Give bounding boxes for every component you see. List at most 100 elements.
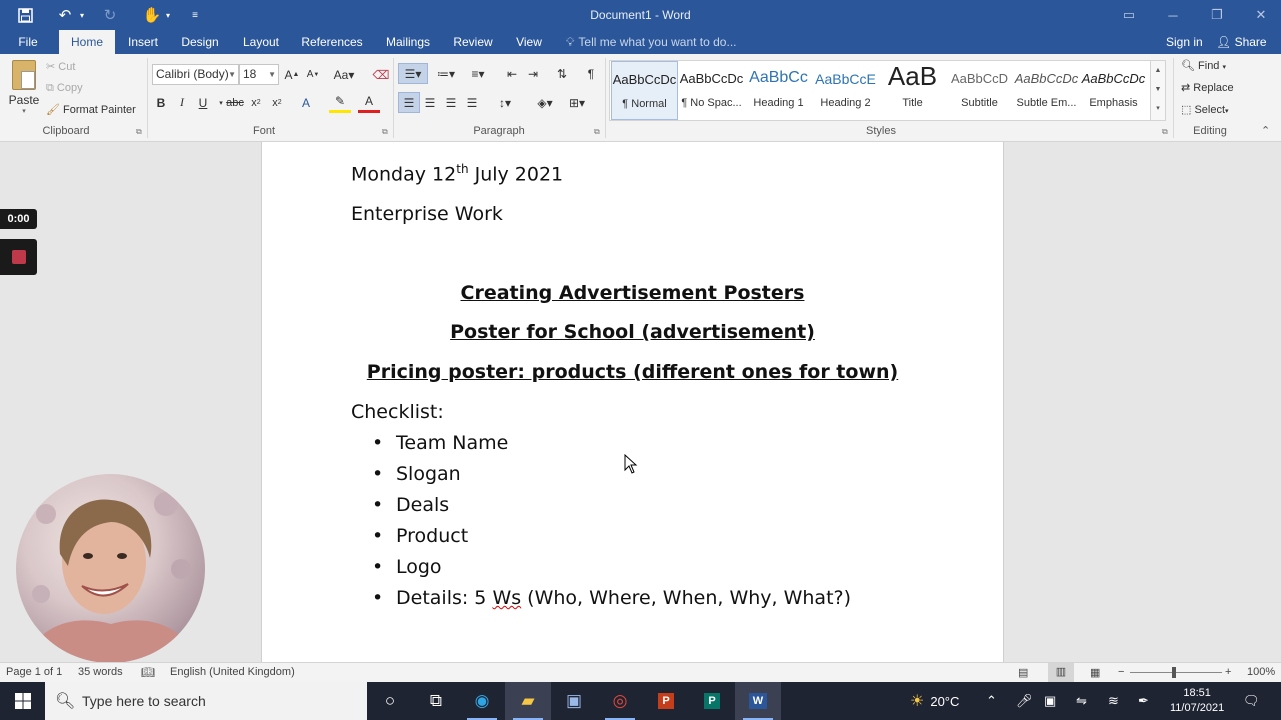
font-launcher-icon[interactable]: ⧉ [382,127,388,137]
clock[interactable]: 18:51 11/07/2021 [1170,685,1224,717]
taskbar-search-box[interactable]: 🔍︎ Type here to search [45,682,367,720]
shading-icon[interactable]: ◈▾ [530,92,560,113]
heading-pricing-poster[interactable]: Pricing poster: products (different ones… [262,361,1003,383]
maximize-icon[interactable]: ❐ [1195,0,1239,30]
tab-file[interactable]: File [10,30,46,54]
word-icon[interactable]: W [735,682,781,720]
zoom-slider-track[interactable] [1130,672,1222,673]
tab-references[interactable]: References [300,30,364,54]
publisher-icon[interactable]: P [689,682,735,720]
styles-scroll[interactable]: ▲ ▼ ▾ [1150,60,1166,121]
print-layout-icon[interactable]: ▥ [1048,663,1074,682]
list-item[interactable]: Details: 5 Ws (Who, Where, When, Why, Wh… [396,587,851,609]
zoom-level[interactable]: 100% [1247,666,1275,678]
store-icon[interactable]: ▣ [551,682,597,720]
pilcrow-icon[interactable]: ¶ [580,63,602,84]
align-right-icon[interactable]: ☰ [440,92,462,113]
font-color-icon[interactable]: A [358,92,380,113]
highlight-icon[interactable]: ✎ [329,92,351,113]
list-item[interactable]: Team Name [396,432,508,454]
language-indicator[interactable]: English (United Kingdom) [170,666,295,678]
clipboard-launcher-icon[interactable]: ⧉ [136,127,142,137]
microphone-icon[interactable]: 🎤︎ [1016,682,1033,720]
text-effects-icon[interactable]: A [295,92,317,113]
shrink-font-icon[interactable]: A ▼ [302,64,324,85]
style-heading-1[interactable]: AaBbCc Heading 1 [745,61,812,120]
paste-button[interactable]: Paste ▾ [6,58,42,118]
zoom-slider-thumb[interactable] [1172,667,1176,678]
tab-insert[interactable]: Insert [124,30,162,54]
style-emphasis[interactable]: AaBbCcDc Emphasis [1080,61,1147,120]
replace-button[interactable]: ⇄ Replace [1181,81,1234,94]
style-heading-2[interactable]: AaBbCcE Heading 2 [812,61,879,120]
file-explorer-icon[interactable]: ▰ [505,682,551,720]
list-item[interactable]: Product [396,525,468,547]
stop-recording-button[interactable] [0,239,37,275]
tab-design[interactable]: Design [178,30,222,54]
find-button[interactable]: 🔍︎ Find ▾ [1181,59,1226,72]
powerpoint-icon[interactable]: P [643,682,689,720]
style-subtitle[interactable]: AaBbCcD Subtitle [946,61,1013,120]
collapse-ribbon-icon[interactable]: ⌃ [1261,124,1270,137]
document-page[interactable]: Monday 12th July 2021 Enterprise Work Cr… [261,142,1004,662]
increase-indent-icon[interactable]: ⇥ [522,63,544,84]
windows-start-icon[interactable] [0,682,46,720]
heading-advertisement-posters[interactable]: Creating Advertisement Posters [262,282,1003,304]
list-item[interactable]: Deals [396,494,449,516]
checklist-label[interactable]: Checklist: [351,401,444,423]
justify-icon[interactable]: ☰ [461,92,483,113]
align-left-icon[interactable]: ☰ [398,92,420,113]
zoom-in-icon[interactable]: + [1225,666,1231,678]
list-item[interactable]: Logo [396,556,442,578]
style-normal[interactable]: AaBbCcDc ¶ Normal [611,61,678,120]
show-hidden-icons-icon[interactable]: ⌃ [986,682,997,720]
sign-in-link[interactable]: Sign in [1166,30,1203,54]
style-title[interactable]: AaB Title [879,61,946,120]
page-count[interactable]: Page 1 of 1 [6,666,62,678]
copy-button[interactable]: ⧉ Copy [46,82,83,95]
decrease-indent-icon[interactable]: ⇤ [501,63,523,84]
weather-widget[interactable]: ☀ 20°C [910,682,959,720]
heading-school-poster[interactable]: Poster for School (advertisement) [262,321,1003,343]
clear-formatting-icon[interactable]: ⌫ [370,64,392,85]
proofing-icon[interactable]: 📖︎ [141,666,155,679]
edge-icon[interactable]: ◉ [459,682,505,720]
numbering-icon[interactable]: ≔▾ [431,63,461,84]
tab-view[interactable]: View [513,30,545,54]
share-button[interactable]: 👤︎ Share [1216,30,1267,54]
subscript-icon[interactable]: x2 [245,92,267,113]
tab-layout[interactable]: Layout [240,30,282,54]
paragraph-launcher-icon[interactable]: ⧉ [594,127,600,137]
bullets-icon[interactable]: ☰▾ [398,63,428,84]
cut-button[interactable]: ✂ Cut [46,60,75,73]
bold-icon[interactable]: B [150,92,172,113]
pen-icon[interactable]: ✒ [1138,682,1149,720]
zoom-out-icon[interactable]: − [1118,666,1124,678]
network-icon[interactable]: ⇋ [1076,682,1087,720]
superscript-icon[interactable]: x2 [266,92,288,113]
font-name-combo[interactable]: Calibri (Body) ▼ [152,64,239,85]
format-painter-button[interactable]: 🖌︎ Format Painter [46,103,136,116]
minimize-icon[interactable]: ─ [1151,0,1195,30]
align-center-icon[interactable]: ☰ [419,92,441,113]
list-item[interactable]: Slogan [396,463,461,485]
notifications-icon[interactable]: 🗨︎ [1243,682,1260,720]
chevron-up-icon[interactable]: ▲ [1151,61,1165,80]
more-styles-icon[interactable]: ▾ [1151,99,1165,118]
strikethrough-icon[interactable]: abc [224,92,246,113]
select-button[interactable]: ⬚ Select▾ [1181,103,1229,116]
date-line[interactable]: Monday 12th July 2021 [351,162,563,185]
word-count[interactable]: 35 words [78,666,123,678]
styles-launcher-icon[interactable]: ⧉ [1162,127,1168,137]
wifi-icon[interactable]: ≋ [1108,682,1119,720]
monitor-icon[interactable]: ▣ [1044,682,1056,720]
tab-home[interactable]: Home [59,30,115,54]
borders-icon[interactable]: ⊞▾ [562,92,592,113]
task-view-icon[interactable]: ⧉ [413,682,459,720]
grow-font-icon[interactable]: A ▲ [281,64,303,85]
tab-review[interactable]: Review [451,30,495,54]
web-layout-icon[interactable]: ▦ [1090,666,1100,679]
tell-me-box[interactable]: 💡︎ Tell me what you want to do... [566,30,737,54]
multilevel-list-icon[interactable]: ≡▾ [463,63,493,84]
chrome-icon[interactable]: ◎ [597,682,643,720]
